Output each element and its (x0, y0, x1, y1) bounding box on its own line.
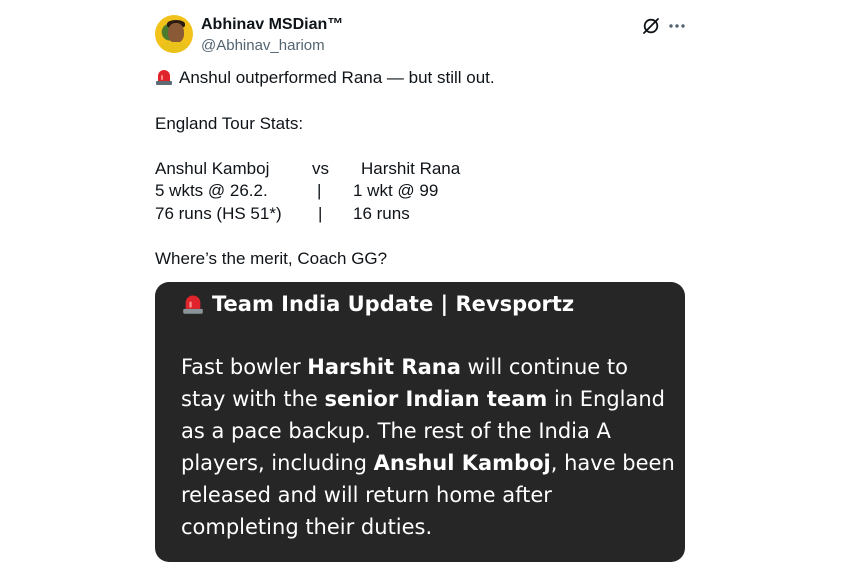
avatar-face (168, 23, 184, 43)
media-image-card[interactable]: Team India Update | Revsportz Fast bowle… (155, 282, 685, 562)
police-siren-icon (183, 295, 203, 314)
left-stat-runs: 76 runs (HS 51*) (155, 204, 282, 223)
card-header: Team India Update | Revsportz (182, 292, 574, 316)
tweet-headline-row: Anshul outperformed Rana — but still out… (155, 68, 495, 88)
highlight-senior-indian-team: senior Indian team (324, 387, 548, 411)
left-player-name: Anshul Kamboj (155, 159, 270, 178)
right-stat-wickets: 1 wkt @ 99 (353, 181, 439, 200)
left-stat-wickets: 5 wkts @ 26.2. (155, 181, 268, 200)
right-stat-runs: 16 runs (353, 204, 410, 223)
vs-label: vs (312, 159, 329, 178)
more-icon[interactable] (667, 16, 687, 36)
author-display-name[interactable]: Abhinav MSDian™ (201, 16, 343, 34)
author-handle[interactable]: @Abhinav_hariom (201, 37, 325, 54)
stats-title: England Tour Stats: (155, 114, 304, 133)
right-player-name: Harshit Rana (361, 159, 461, 178)
stat-separator: | (318, 204, 323, 223)
card-body-text: Fast bowler Harshit Rana will continue t… (181, 355, 675, 539)
avatar[interactable] (155, 15, 193, 53)
grok-icon[interactable] (642, 17, 660, 35)
police-siren-icon (156, 70, 172, 85)
tweet-question: Where’s the merit, Coach GG? (155, 249, 388, 268)
tweet-headline: Anshul outperformed Rana — but still out… (179, 68, 495, 87)
stat-separator: | (317, 181, 322, 200)
card-header-text: Team India Update | Revsportz (212, 292, 575, 316)
avatar-shirt (161, 42, 189, 53)
highlight-harshit-rana: Harshit Rana (307, 355, 461, 379)
highlight-anshul-kamboj: Anshul Kamboj (373, 451, 551, 475)
